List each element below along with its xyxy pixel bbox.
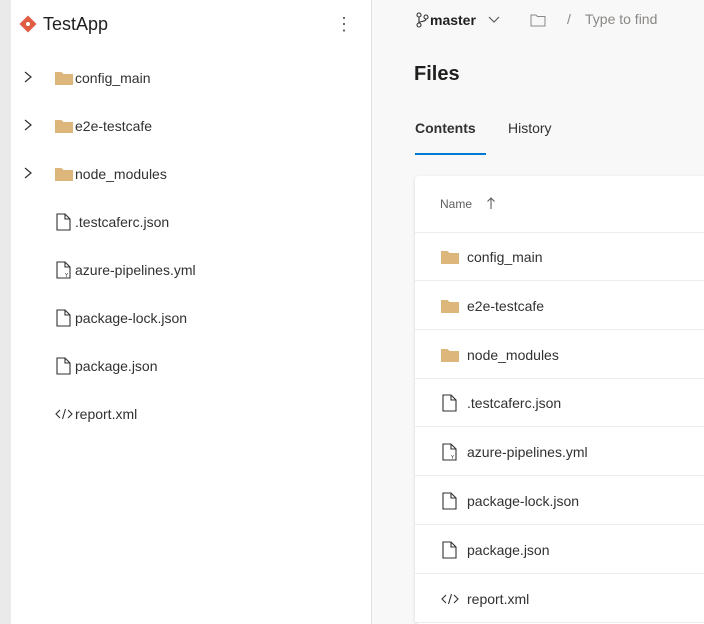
tree-item-label: report.xml xyxy=(75,406,138,422)
table-row[interactable]: package.json xyxy=(415,526,704,574)
window-edge xyxy=(0,0,11,624)
page-title: Files xyxy=(414,63,460,85)
active-tab-indicator xyxy=(415,153,486,155)
code-file-icon xyxy=(54,405,74,423)
table-row[interactable]: report.xml xyxy=(415,575,704,623)
chevron-down-icon[interactable] xyxy=(488,16,500,24)
table-row[interactable]: package-lock.json xyxy=(415,477,704,525)
files-table: Name config_main e2e-testcafe node_modules… xyxy=(415,176,704,624)
folder-icon xyxy=(54,69,74,87)
sidebar-header: TestApp ⋮ xyxy=(11,10,372,40)
tab-history[interactable]: History xyxy=(508,120,552,136)
tree-item-label: azure-pipelines.yml xyxy=(75,262,196,278)
table-header[interactable]: Name xyxy=(415,176,704,233)
column-header-name[interactable]: Name xyxy=(440,197,472,211)
file-icon xyxy=(440,541,460,559)
chevron-right-icon[interactable] xyxy=(22,117,34,133)
folder-icon xyxy=(440,248,460,266)
branch-icon xyxy=(416,12,429,28)
tree-item[interactable]: package-lock.json xyxy=(11,298,372,338)
table-row[interactable]: .testcaferc.json xyxy=(415,379,704,428)
yaml-file-icon: Y xyxy=(440,443,460,461)
file-icon xyxy=(54,357,74,375)
file-name-link[interactable]: node_modules xyxy=(467,347,559,363)
file-name-link[interactable]: .testcaferc.json xyxy=(467,395,561,411)
path-bar: master / Type to find xyxy=(372,0,704,44)
tree-item[interactable]: .testcaferc.json xyxy=(11,202,372,242)
tree-item[interactable]: report.xml xyxy=(11,394,372,434)
path-search-input[interactable]: Type to find xyxy=(585,11,704,27)
tree-item[interactable]: config_main xyxy=(11,58,372,98)
repo-name[interactable]: TestApp xyxy=(43,14,108,35)
tree-item-label: e2e-testcafe xyxy=(75,118,153,134)
folder-icon xyxy=(54,117,74,135)
file-icon xyxy=(54,309,74,327)
file-name-link[interactable]: e2e-testcafe xyxy=(467,298,544,314)
path-separator: / xyxy=(567,11,571,27)
chevron-right-icon[interactable] xyxy=(22,69,34,85)
table-row[interactable]: node_modules xyxy=(415,331,704,379)
chevron-right-icon[interactable] xyxy=(22,165,34,181)
table-row[interactable]: config_main xyxy=(415,233,704,281)
file-icon xyxy=(440,394,460,412)
file-icon xyxy=(54,213,74,231)
tree-item[interactable]: node_modules xyxy=(11,154,372,194)
tree-item[interactable]: e2e-testcafe xyxy=(11,106,372,146)
table-row[interactable]: e2e-testcafe xyxy=(415,282,704,330)
table-row[interactable]: Yazure-pipelines.yml xyxy=(415,428,704,477)
sort-ascending-icon[interactable] xyxy=(486,196,496,210)
tree-item[interactable]: package.json xyxy=(11,346,372,386)
branch-selector[interactable]: master xyxy=(430,12,476,28)
tree-item-label: config_main xyxy=(75,70,151,86)
tree-item-label: node_modules xyxy=(75,166,167,182)
folder-icon xyxy=(440,297,460,315)
folder-icon xyxy=(440,346,460,364)
tree-item[interactable]: Yazure-pipelines.yml xyxy=(11,250,372,290)
code-file-icon xyxy=(440,590,460,608)
file-name-link[interactable]: package-lock.json xyxy=(467,493,579,509)
folder-outline-icon xyxy=(530,14,546,27)
tab-contents[interactable]: Contents xyxy=(415,120,476,136)
file-icon xyxy=(440,492,460,510)
tree-item-label: .testcaferc.json xyxy=(75,214,170,230)
folder-icon xyxy=(54,165,74,183)
file-name-link[interactable]: azure-pipelines.yml xyxy=(467,444,588,460)
main-content: master / Type to find Files Contents His… xyxy=(372,0,704,624)
more-options-icon[interactable]: ⋮ xyxy=(334,10,354,38)
tree-item-label: package.json xyxy=(75,358,158,374)
file-tree-sidebar: TestApp ⋮ config_main e2e-testcafe node_mo… xyxy=(11,0,372,624)
yaml-file-icon: Y xyxy=(54,261,74,279)
file-name-link[interactable]: package.json xyxy=(467,542,550,558)
tree-item-label: package-lock.json xyxy=(75,310,188,326)
repo-logo-icon xyxy=(19,15,37,33)
file-name-link[interactable]: config_main xyxy=(467,249,543,265)
file-name-link[interactable]: report.xml xyxy=(467,591,529,607)
